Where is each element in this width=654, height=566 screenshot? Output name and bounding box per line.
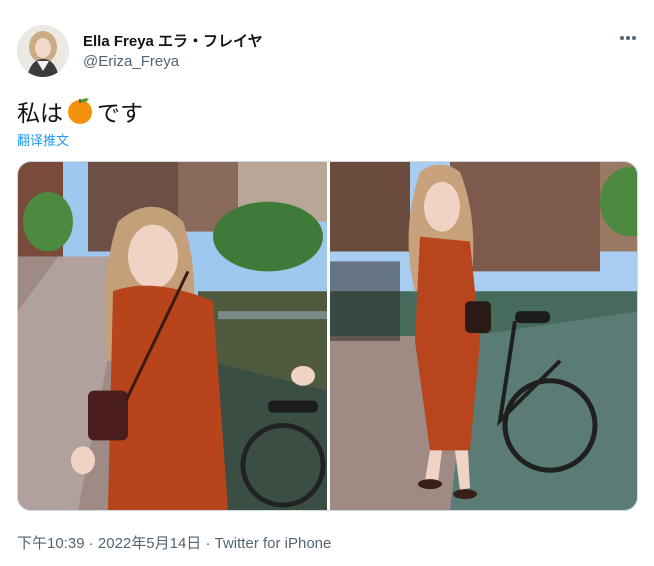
display-name[interactable]: Ella Freya エラ・フレイヤ [83,30,263,51]
user-handle[interactable]: @Eriza_Freya [83,53,179,70]
avatar[interactable] [17,25,69,77]
more-icon [620,36,636,40]
orange-emoji-icon [68,98,92,124]
tweet-text-after: です [97,100,143,126]
photo-2-image [330,162,637,510]
photo-1-image [18,162,327,510]
avatar-image [17,25,69,77]
separator: · [205,535,211,552]
more-options-button[interactable] [614,26,642,50]
photo-2[interactable] [330,162,637,510]
tweet-date[interactable]: 2022年5月14日 [98,535,201,552]
separator: · [88,535,94,552]
media-grid [17,161,638,511]
tweet-text-before: 私は [17,100,63,126]
tweet-text: 私は です [17,94,143,128]
meta-separator-2: · [205,535,214,552]
tweet-time[interactable]: 下午10:39 [17,535,85,552]
photo-1[interactable] [18,162,327,510]
tweet-meta: 下午10:39 · 2022年5月14日 · Twitter for iPhon… [17,532,331,553]
translate-tweet-link[interactable]: 翻译推文 [17,130,69,149]
meta-separator-1: · [89,535,98,552]
tweet-source: Twitter for iPhone [214,535,332,552]
